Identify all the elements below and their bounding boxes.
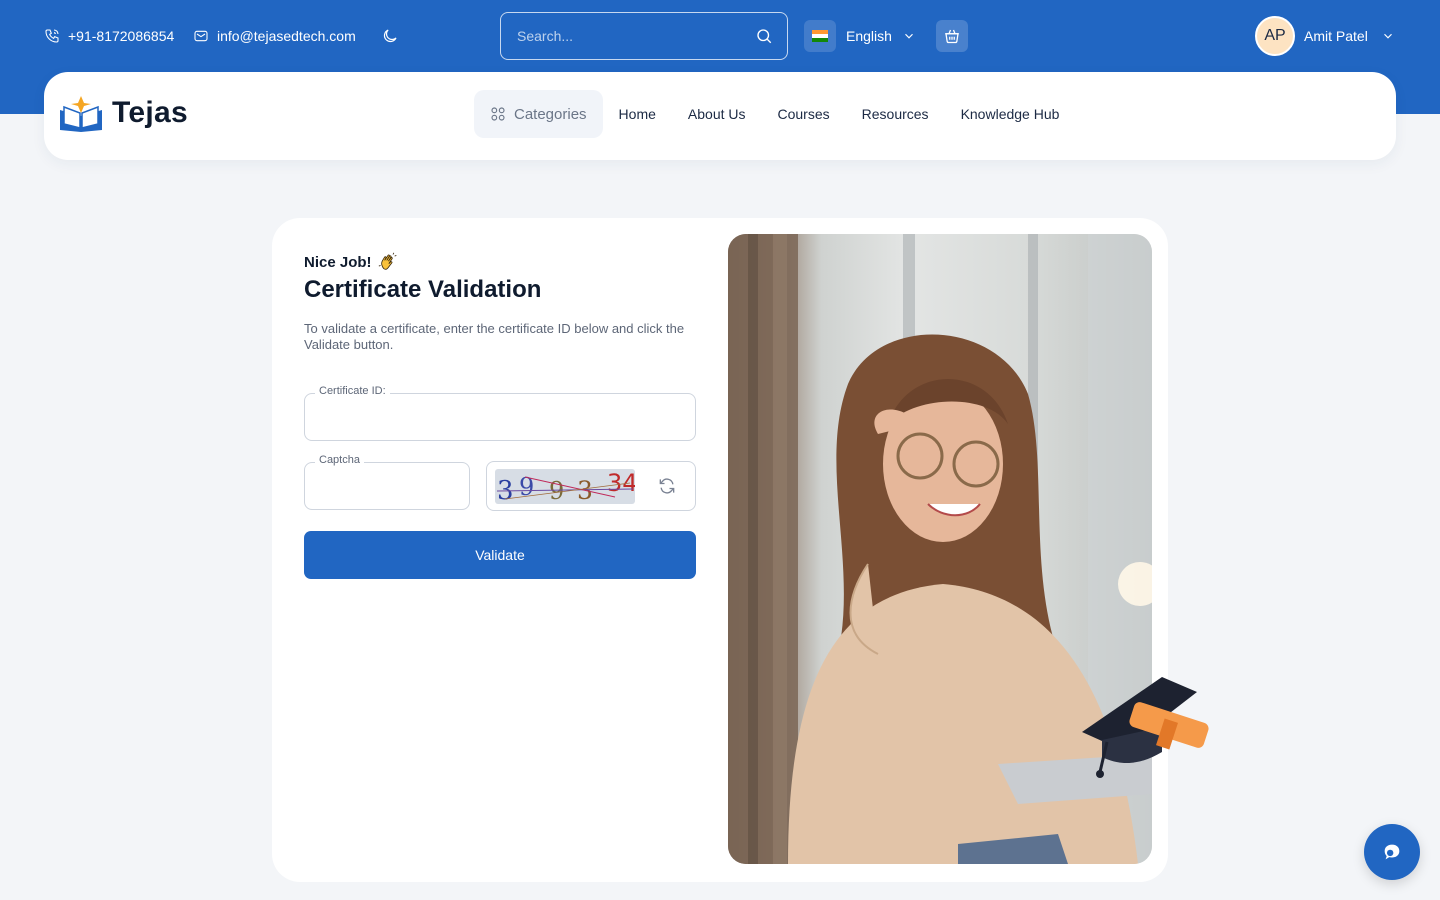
captcha-display: 3 9 9 3 34 [486, 461, 696, 511]
language-label: English [846, 28, 892, 44]
certificate-id-field[interactable]: Certificate ID: [304, 385, 696, 441]
chevron-down-icon [905, 33, 913, 39]
phone-contact[interactable]: +91-8172086854 [44, 26, 174, 46]
categories-button[interactable]: Categories [474, 90, 603, 138]
language-selector[interactable]: English [804, 20, 916, 52]
nav-link-knowledge-hub[interactable]: Knowledge Hub [961, 106, 1060, 122]
certificate-id-label: Certificate ID: [315, 385, 390, 397]
greeting-text: Nice Job! [304, 253, 372, 271]
chat-icon [1384, 844, 1400, 860]
nav-link-about-us[interactable]: About Us [688, 106, 746, 122]
captcha-image: 3 9 9 3 34 [495, 469, 635, 504]
phone-number: +91-8172086854 [68, 28, 175, 44]
nav-link-resources[interactable]: Resources [862, 106, 929, 122]
phone-icon [45, 29, 59, 43]
main-navbar: Tejas Categories Home About Us Courses R… [44, 72, 1396, 160]
cart-icon [945, 29, 959, 44]
certificate-id-input[interactable] [305, 394, 695, 440]
email-contact[interactable]: info@tejasedtech.com [193, 26, 356, 46]
india-flag-icon [804, 20, 836, 52]
moon-icon[interactable] [381, 27, 399, 45]
email-address: info@tejasedtech.com [217, 28, 356, 44]
chevron-down-icon [1383, 33, 1392, 39]
certificate-validation-card: Nice Job! Certificate Validation To vali… [272, 218, 1168, 882]
primary-nav: Categories Home About Us Courses Resourc… [474, 90, 1075, 138]
captcha-label: Captcha [315, 454, 364, 466]
captcha-input[interactable] [305, 463, 469, 509]
cart-button[interactable] [936, 20, 968, 52]
page-title: Certificate Validation [304, 276, 542, 303]
nav-link-courses[interactable]: Courses [778, 106, 830, 122]
user-menu[interactable]: AP Amit Patel [1255, 16, 1395, 56]
description: To validate a certificate, enter the cer… [304, 321, 685, 352]
categories-label: Categories [514, 105, 587, 123]
captcha-char: 34 [607, 469, 635, 497]
search-icon[interactable] [755, 27, 773, 45]
brand-name: Tejas [112, 96, 188, 129]
validate-button[interactable]: Validate [304, 531, 696, 579]
user-name: Amit Patel [1304, 28, 1368, 44]
captcha-char: 3 [497, 476, 514, 504]
refresh-icon[interactable] [657, 476, 677, 496]
greeting: Nice Job! [304, 252, 398, 272]
wave-hand-icon [378, 252, 397, 270]
mail-icon [194, 30, 208, 42]
graduation-cap-icon [1082, 677, 1209, 778]
nav-link-home[interactable]: Home [619, 106, 656, 122]
search-bar[interactable] [500, 12, 788, 60]
captcha-field[interactable]: Captcha [304, 454, 470, 510]
book-logo-icon [60, 96, 102, 132]
categories-grid-icon [491, 107, 505, 121]
logo[interactable]: Tejas [58, 94, 188, 132]
chat-button[interactable] [1364, 824, 1420, 880]
avatar: AP [1255, 16, 1295, 56]
search-input[interactable] [517, 28, 755, 44]
